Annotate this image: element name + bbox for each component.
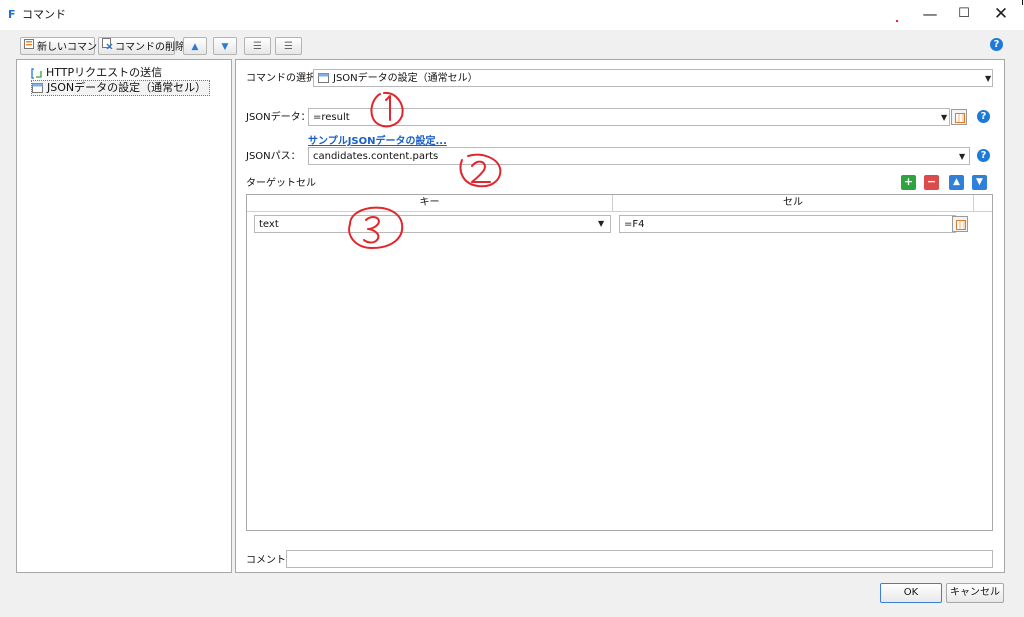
command-tree[interactable]: HTTPリクエストの送信 JSONデータの設定（通常セル） (16, 59, 232, 573)
row-cell-field[interactable]: =F4 (619, 215, 956, 233)
command-select[interactable]: JSONデータの設定（通常セル） (313, 69, 993, 87)
close-button[interactable]: ✕ (984, 0, 1018, 30)
move-down-button[interactable]: ▼ (213, 37, 237, 55)
row-key-select[interactable]: text (254, 215, 611, 233)
red-dot-mark (896, 20, 898, 22)
maximize-button[interactable]: ☐ (947, 0, 981, 30)
delete-command-icon (102, 38, 113, 56)
json-data-icon (318, 72, 330, 84)
new-command-button[interactable]: 新しいコマンド (20, 37, 107, 56)
http-request-icon (31, 67, 43, 79)
indent-icon: ☰ (253, 41, 262, 52)
tree-item-http-request[interactable]: HTTPリクエストの送信 (31, 66, 162, 80)
help-icon[interactable]: ? (990, 38, 1003, 51)
command-select-value: JSONデータの設定（通常セル） (333, 73, 478, 84)
target-cell-grid[interactable]: キー セル text =F4 (246, 194, 993, 531)
chevron-down-icon[interactable]: ▼ (598, 219, 604, 228)
comment-field[interactable] (286, 550, 993, 568)
column-header-key: キー (247, 195, 613, 211)
new-command-label: 新しいコマンド (37, 42, 107, 53)
ok-button[interactable]: OK (880, 583, 942, 603)
row-down-button[interactable]: ▼ (972, 175, 987, 190)
json-path-field[interactable]: candidates.content.parts (308, 147, 970, 165)
outdent-icon: ☰ (284, 41, 293, 52)
delete-command-label: コマンドの削除 (115, 42, 185, 53)
add-row-button[interactable]: + (901, 175, 916, 190)
chevron-down-icon[interactable]: ▼ (985, 74, 991, 83)
window-title: コマンド (22, 8, 66, 21)
chevron-down-icon[interactable]: ▼ (959, 152, 965, 161)
sample-json-link[interactable]: サンプルJSONデータの設定... (308, 132, 447, 147)
column-header-cell: セル (613, 195, 974, 211)
corner-mark (1019, 0, 1023, 5)
help-icon[interactable]: ? (977, 149, 990, 162)
minimize-button[interactable]: — (913, 0, 947, 30)
indent-button[interactable]: ☰ (244, 37, 271, 55)
json-data-label: JSONデータ： (246, 112, 311, 123)
arrow-up-icon: ▲ (191, 42, 199, 52)
json-path-label: JSONパス： (246, 151, 301, 162)
title-bar (0, 0, 1024, 30)
remove-row-button[interactable]: − (924, 175, 939, 190)
json-data-field[interactable]: =result (308, 108, 950, 126)
cell-picker-icon[interactable] (952, 216, 968, 232)
cancel-button[interactable]: キャンセル (946, 583, 1004, 603)
target-cell-label: ターゲットセル (246, 178, 316, 189)
tree-item-label: JSONデータの設定（通常セル） (47, 81, 207, 94)
outdent-button[interactable]: ☰ (275, 37, 302, 55)
json-data-icon (32, 82, 44, 94)
help-icon[interactable]: ? (977, 110, 990, 123)
app-icon: F (8, 8, 16, 21)
tree-item-json-data[interactable]: JSONデータの設定（通常セル） (31, 80, 211, 96)
delete-command-button[interactable]: コマンドの削除 (98, 37, 185, 56)
row-up-button[interactable]: ▲ (949, 175, 964, 190)
cell-picker-icon[interactable] (951, 109, 967, 125)
arrow-down-icon: ▼ (221, 42, 229, 52)
comment-label: コメント (246, 555, 286, 566)
grid-header: キー セル (247, 195, 992, 212)
chevron-down-icon[interactable]: ▼ (941, 113, 947, 122)
tree-item-label: HTTPリクエストの送信 (46, 66, 163, 79)
move-up-button[interactable]: ▲ (183, 37, 207, 55)
new-command-icon (24, 38, 35, 56)
